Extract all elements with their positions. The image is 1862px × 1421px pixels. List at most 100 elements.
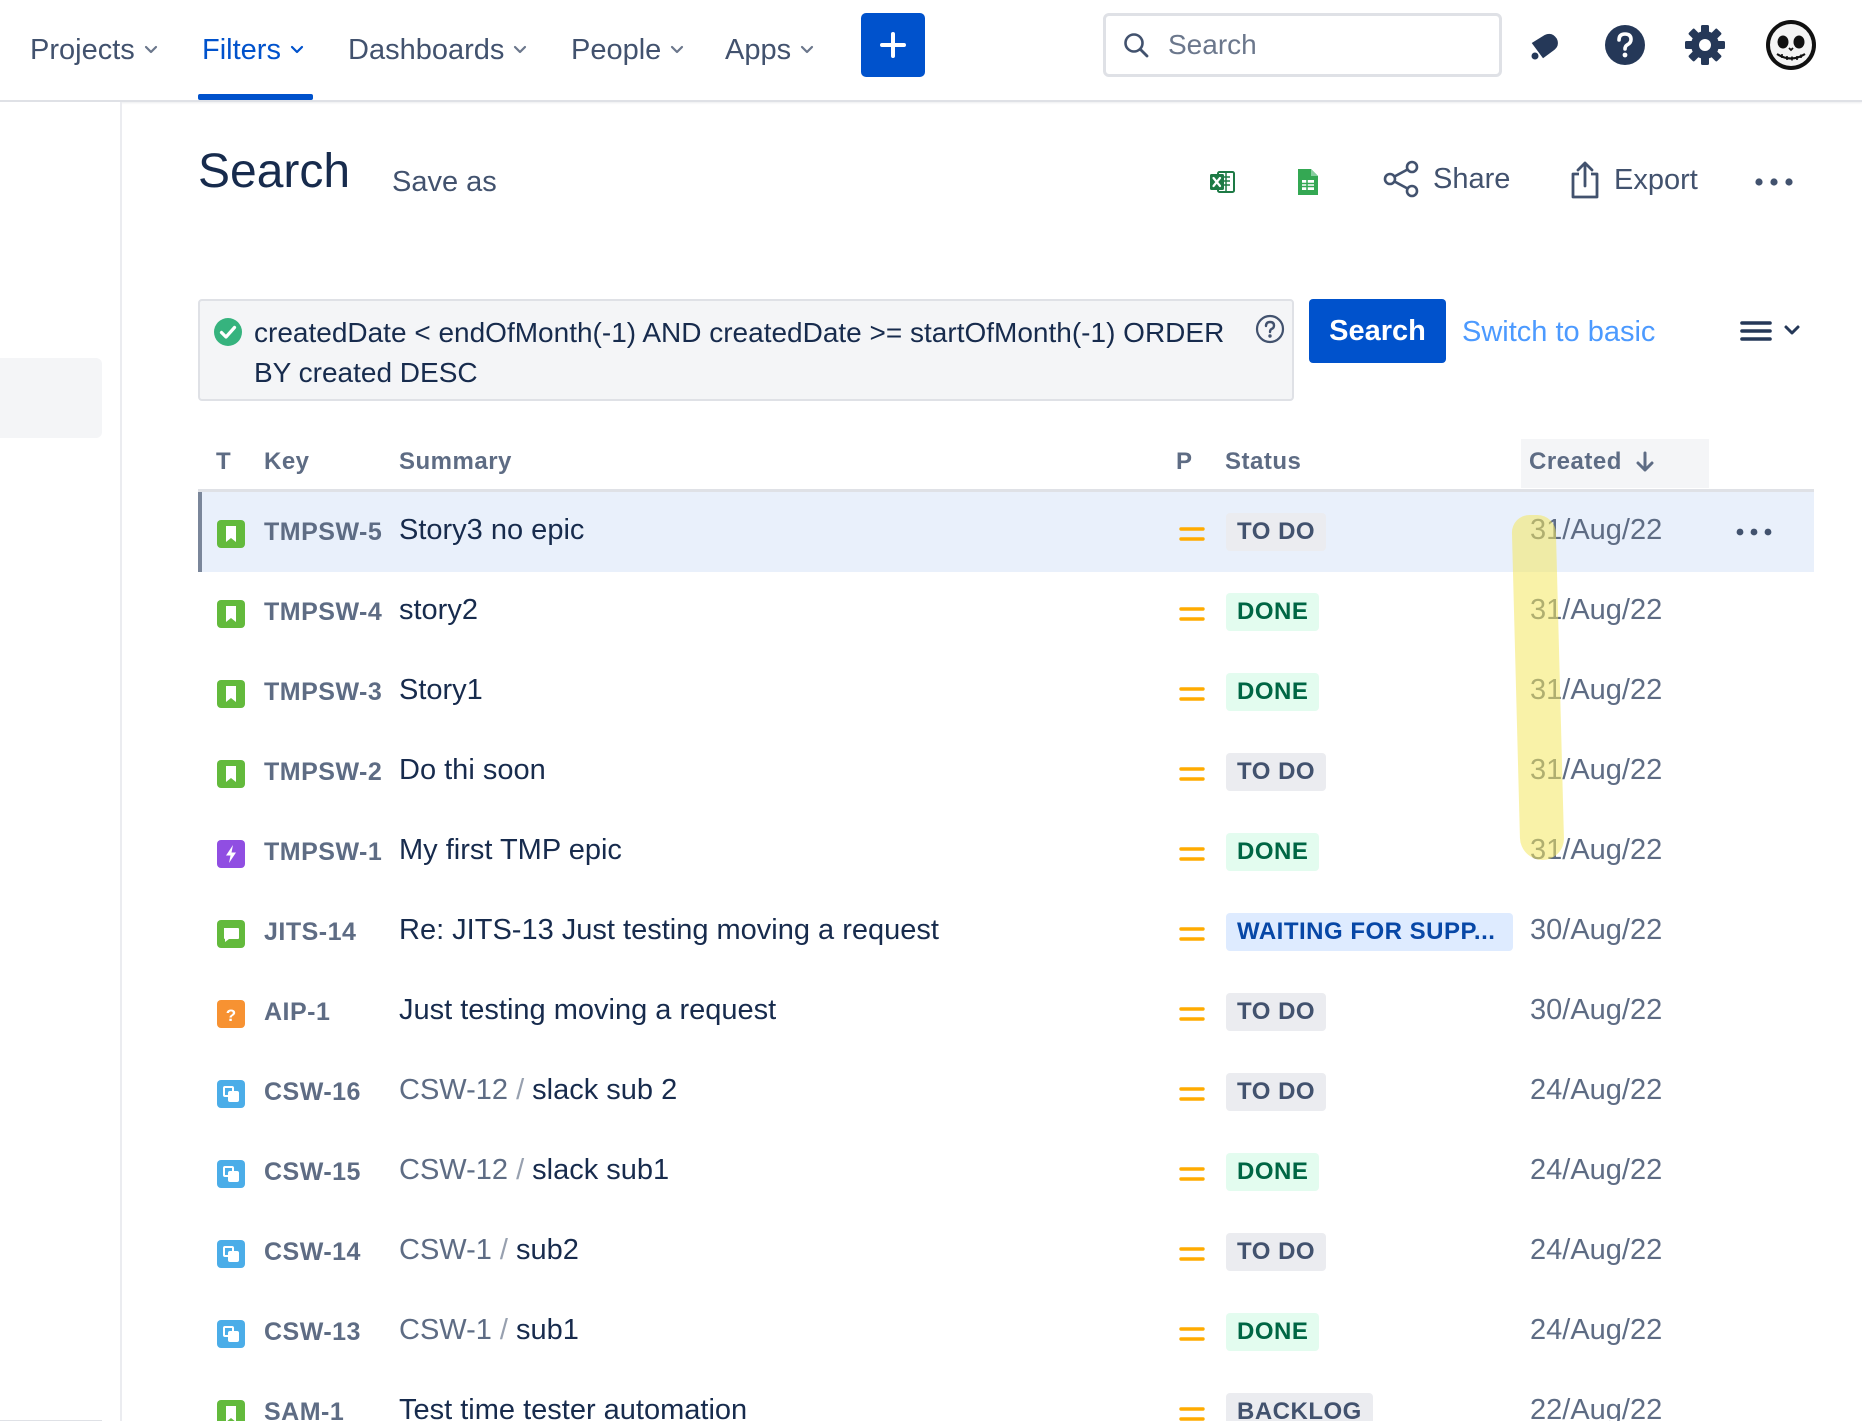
status-badge[interactable]: TO DO (1226, 993, 1327, 1031)
issue-summary[interactable]: CSW-12/slack sub1 (399, 1154, 669, 1187)
more-options-icon[interactable] (1752, 170, 1796, 194)
settings-button[interactable] (1680, 20, 1730, 70)
view-switcher[interactable] (1740, 318, 1802, 344)
issue-key[interactable]: TMPSW-1 (264, 838, 382, 867)
issue-summary[interactable]: Test time tester automation (399, 1394, 747, 1421)
issue-summary-text: sub1 (515, 1314, 579, 1346)
profile-avatar[interactable] (1764, 18, 1818, 72)
column-header-status[interactable]: Status (1225, 448, 1301, 476)
table-row[interactable]: TMPSW-5 Story3 no epic TO DO 31/Aug/22 (198, 492, 1814, 572)
column-header-summary[interactable]: Summary (399, 448, 512, 476)
question-circle-icon[interactable] (1255, 314, 1285, 344)
issue-summary[interactable]: CSW-12/slack sub 2 (399, 1074, 677, 1107)
export-sheets-button[interactable] (1290, 162, 1326, 202)
create-button[interactable] (861, 13, 925, 77)
nav-dashboards[interactable]: Dashboards (348, 0, 528, 100)
issue-summary[interactable]: Story3 no epic (399, 514, 584, 547)
issue-summary[interactable]: CSW-1/sub2 (399, 1234, 579, 1267)
issue-summary[interactable]: CSW-1/sub1 (399, 1314, 579, 1347)
priority-medium-icon (1179, 527, 1205, 541)
nav-apps[interactable]: Apps (725, 0, 815, 100)
issue-key[interactable]: TMPSW-3 (264, 678, 382, 707)
status-badge[interactable]: DONE (1226, 1313, 1320, 1351)
status-badge[interactable]: TO DO (1226, 753, 1327, 791)
issue-key[interactable]: TMPSW-4 (264, 598, 382, 627)
table-row[interactable]: ? AIP-1 Just testing moving a request TO DO… (198, 972, 1814, 1052)
issue-key[interactable]: TMPSW-5 (264, 518, 382, 547)
table-row[interactable]: CSW-16 CSW-12/slack sub 2 TO DO 24/Aug/22 (198, 1052, 1814, 1132)
table-row[interactable]: TMPSW-3 Story1 DONE 31/Aug/22 (198, 652, 1814, 732)
issue-key[interactable]: AIP-1 (264, 998, 330, 1027)
column-header-type[interactable]: T (216, 448, 231, 476)
share-button[interactable]: Share (1381, 160, 1510, 198)
switch-to-basic-link[interactable]: Switch to basic (1462, 316, 1655, 349)
search-input[interactable] (1168, 29, 1468, 61)
chevron-down-icon (671, 45, 684, 54)
column-header-key[interactable]: Key (264, 448, 310, 476)
status-badge[interactable]: DONE (1226, 833, 1320, 871)
issue-summary-text: Do thi soon (399, 754, 546, 786)
issue-summary[interactable]: Story1 (399, 674, 483, 707)
table-row[interactable]: CSW-13 CSW-1/sub1 DONE 24/Aug/22 (198, 1292, 1814, 1372)
chat-bubble-icon (217, 920, 245, 948)
sidebar-selected-item[interactable] (0, 358, 102, 438)
issue-summary[interactable]: Re: JITS-13 Just testing moving a reques… (399, 914, 939, 947)
notifications-button[interactable] (1520, 20, 1570, 70)
top-navigation: Projects Filters Dashboards People Apps (0, 0, 1862, 102)
issue-key[interactable]: SAM-1 (264, 1398, 344, 1421)
status-badge[interactable]: TO DO (1226, 513, 1327, 551)
jql-query-text[interactable]: createdDate < endOfMonth(-1) AND created… (254, 313, 1254, 393)
breadcrumb-separator: / (499, 1234, 508, 1266)
excel-icon (1210, 171, 1235, 193)
issue-summary-text: My first TMP epic (399, 834, 622, 866)
issue-key[interactable]: CSW-13 (264, 1318, 361, 1347)
column-header-created[interactable]: Created (1529, 448, 1656, 476)
issue-summary[interactable]: Do thi soon (399, 754, 546, 787)
global-search[interactable] (1103, 13, 1502, 77)
status-badge[interactable]: DONE (1226, 673, 1320, 711)
table-row[interactable]: TMPSW-1 My first TMP epic DONE 31/Aug/22 (198, 812, 1814, 892)
status-badge[interactable]: DONE (1226, 1153, 1320, 1191)
status-badge[interactable]: TO DO (1226, 1233, 1327, 1271)
created-date: 22/Aug/22 (1530, 1394, 1663, 1421)
parent-issue-key[interactable]: CSW-12 (399, 1074, 508, 1106)
parent-issue-key[interactable]: CSW-1 (399, 1234, 492, 1266)
export-button[interactable]: Export (1568, 160, 1698, 200)
issue-summary[interactable]: My first TMP epic (399, 834, 622, 867)
issue-summary-text: slack sub1 (532, 1154, 670, 1186)
table-row[interactable]: TMPSW-4 story2 DONE 31/Aug/22 (198, 572, 1814, 652)
help-button[interactable] (1600, 20, 1650, 70)
nav-filters[interactable]: Filters (202, 0, 305, 100)
status-badge[interactable]: DONE (1226, 593, 1320, 631)
export-excel-button[interactable] (1204, 162, 1240, 202)
parent-issue-key[interactable]: CSW-12 (399, 1154, 508, 1186)
column-header-priority[interactable]: P (1176, 448, 1193, 476)
issue-key[interactable]: CSW-14 (264, 1238, 361, 1267)
issue-summary[interactable]: Just testing moving a request (399, 994, 776, 1027)
parent-issue-key[interactable]: CSW-1 (399, 1314, 492, 1346)
issue-key[interactable]: CSW-15 (264, 1158, 361, 1187)
table-row[interactable]: JITS-14 Re: JITS-13 Just testing moving a… (198, 892, 1814, 972)
issue-key[interactable]: CSW-16 (264, 1078, 361, 1107)
issue-key[interactable]: TMPSW-2 (264, 758, 382, 787)
nav-projects[interactable]: Projects (30, 0, 159, 100)
table-row[interactable]: CSW-14 CSW-1/sub2 TO DO 24/Aug/22 (198, 1212, 1814, 1292)
story-icon (217, 1400, 245, 1421)
table-row[interactable]: TMPSW-2 Do thi soon TO DO 31/Aug/22 (198, 732, 1814, 812)
issue-key[interactable]: JITS-14 (264, 918, 356, 947)
search-button[interactable]: Search (1309, 299, 1446, 363)
priority-medium-icon (1179, 847, 1205, 861)
row-actions-icon[interactable] (1734, 522, 1774, 542)
subtask-icon (217, 1080, 245, 1108)
nav-people[interactable]: People (571, 0, 685, 100)
save-as-button[interactable]: Save as (392, 166, 497, 199)
table-row[interactable]: SAM-1 Test time tester automation BACKLOG 2… (198, 1372, 1814, 1421)
check-circle-icon (214, 318, 242, 346)
status-badge[interactable]: TO DO (1226, 1073, 1327, 1111)
status-badge[interactable]: WAITING FOR SUPP... (1226, 913, 1513, 951)
status-badge[interactable]: BACKLOG (1226, 1393, 1373, 1421)
table-row[interactable]: CSW-15 CSW-12/slack sub1 DONE 24/Aug/22 (198, 1132, 1814, 1212)
issue-summary[interactable]: story2 (399, 594, 478, 627)
jql-editor[interactable]: createdDate < endOfMonth(-1) AND created… (198, 299, 1294, 401)
created-date: 24/Aug/22 (1530, 1074, 1663, 1106)
